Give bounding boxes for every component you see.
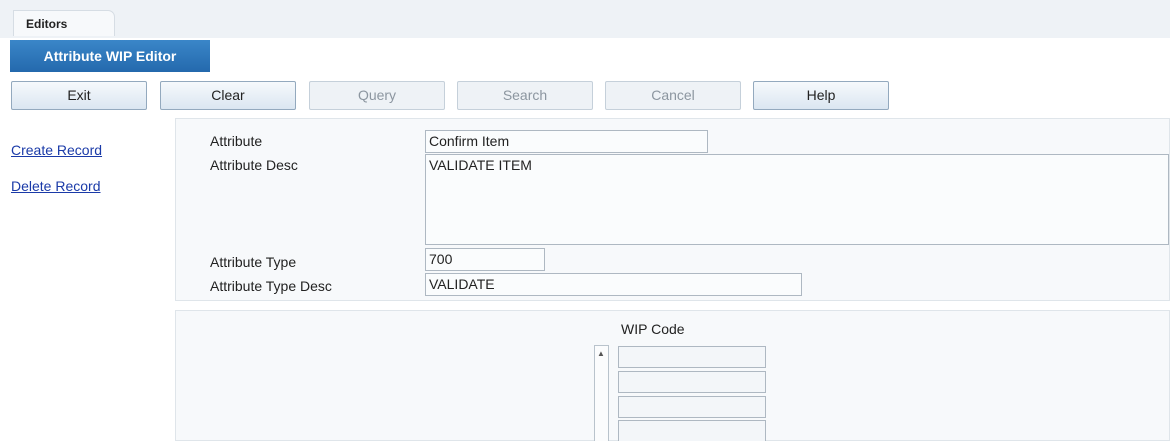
- cancel-button[interactable]: Cancel: [605, 81, 741, 110]
- wip-code-cell[interactable]: [618, 420, 766, 441]
- wip-code-cell[interactable]: [618, 396, 766, 418]
- attribute-type-desc-label: Attribute Type Desc: [210, 278, 332, 294]
- attribute-desc-field[interactable]: VALIDATE ITEM: [425, 154, 1169, 245]
- wip-code-header: WIP Code: [621, 321, 685, 337]
- attribute-wip-editor-tab[interactable]: Attribute WIP Editor: [10, 40, 210, 72]
- wip-code-cell[interactable]: [618, 371, 766, 393]
- attribute-type-desc-field[interactable]: VALIDATE: [425, 273, 802, 296]
- search-button[interactable]: Search: [457, 81, 593, 110]
- editors-tab-strip: [0, 0, 1170, 38]
- exit-button[interactable]: Exit: [11, 81, 147, 110]
- wip-code-cell[interactable]: [618, 346, 766, 368]
- help-button[interactable]: Help: [753, 81, 889, 110]
- editors-tab[interactable]: Editors: [13, 10, 115, 36]
- attribute-type-label: Attribute Type: [210, 254, 297, 270]
- clear-button[interactable]: Clear: [160, 81, 296, 110]
- attribute-type-field[interactable]: 700: [425, 248, 545, 271]
- attribute-label: Attribute: [210, 133, 263, 149]
- create-record-link[interactable]: Create Record: [11, 142, 102, 158]
- wip-scrollbar[interactable]: [594, 345, 609, 441]
- attribute-field[interactable]: Confirm Item: [425, 130, 708, 153]
- scroll-up-arrow-icon[interactable]: ▲: [597, 349, 605, 358]
- attribute-desc-label: Attribute Desc: [210, 157, 298, 173]
- query-button[interactable]: Query: [309, 81, 445, 110]
- delete-record-link[interactable]: Delete Record: [11, 178, 101, 194]
